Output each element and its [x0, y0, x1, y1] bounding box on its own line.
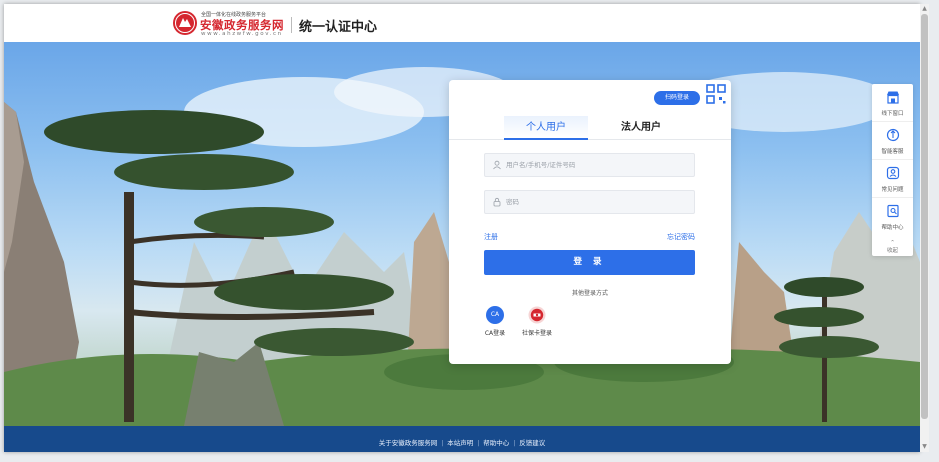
username-input[interactable]	[506, 154, 691, 176]
sidebar-item-label: 智能客服	[881, 149, 904, 155]
login-button[interactable]: 登 录	[484, 250, 695, 275]
sidebar-item-faq[interactable]: 常见问题	[872, 160, 913, 198]
ca-login-option[interactable]: CA CA登录	[482, 306, 508, 337]
lock-icon	[493, 197, 501, 207]
sidebar-item-label: 帮助中心	[881, 225, 904, 231]
password-input[interactable]	[506, 191, 691, 213]
sidebar-item-help-center[interactable]: 帮助中心	[872, 198, 913, 236]
sidebar-item-offline-window[interactable]: 线下窗口	[872, 84, 913, 122]
register-link[interactable]: 注册	[484, 232, 498, 242]
sidebar-item-label: 线下窗口	[881, 111, 904, 117]
tab-personal-user[interactable]: 个人用户	[504, 116, 588, 140]
sidebar-collapse-button[interactable]: ⌃ 收起	[872, 238, 913, 256]
social-security-card-icon[interactable]	[528, 306, 546, 324]
other-login-methods-label: 其他登录方式	[571, 290, 608, 297]
footer-link-about[interactable]: 关于安徽政务服务网	[375, 429, 442, 452]
vertical-scrollbar[interactable]: ▲ ▼	[920, 4, 929, 452]
browser-viewport: 全国一体化在线政务服务平台 安徽政务服务网 www.ahzwfw.gov.cn …	[4, 4, 920, 452]
scroll-down-arrow-icon[interactable]: ▼	[921, 443, 928, 451]
sidebar-collapse-label: 收起	[886, 248, 898, 254]
assistant-icon	[886, 128, 899, 142]
header-divider	[291, 17, 292, 33]
ca-login-label: CA登录	[484, 330, 506, 337]
emblem-logo-icon[interactable]	[172, 10, 198, 36]
site-header: 全国一体化在线政务服务平台 安徽政务服务网 www.ahzwfw.gov.cn …	[4, 4, 920, 42]
page-title: 统一认证中心	[299, 20, 378, 35]
tab-corporate-user[interactable]: 法人用户	[599, 116, 683, 140]
help-doc-icon	[886, 204, 899, 218]
site-footer: 关于安徽政务服务网 | 本站声明 | 帮助中心 | 反馈建议	[4, 426, 920, 452]
footer-link-statement[interactable]: 本站声明	[443, 429, 477, 452]
store-icon	[886, 91, 899, 104]
user-type-tabs: 个人用户 法人用户	[449, 116, 731, 140]
qr-code-icon[interactable]	[705, 83, 727, 105]
login-card: 扫码登录 个人用户 法人用户 注册 忘记密码	[449, 80, 731, 364]
footer-link-help-center[interactable]: 帮助中心	[479, 429, 513, 452]
social-security-card-login-option[interactable]: 社保卡登录	[517, 306, 557, 337]
scroll-up-arrow-icon[interactable]: ▲	[921, 5, 928, 13]
ca-badge-icon[interactable]: CA	[486, 306, 504, 324]
sidebar-item-label: 常见问题	[881, 187, 904, 193]
faq-icon	[886, 166, 899, 180]
qr-login-button[interactable]: 扫码登录	[654, 91, 700, 105]
floating-service-sidebar: 线下窗口 智能客服 常见问题 帮助中心 ⌃ 收起	[872, 84, 913, 256]
username-field[interactable]	[484, 153, 695, 177]
user-icon	[493, 160, 501, 170]
brand-url: www.ahzwfw.gov.cn	[201, 31, 283, 37]
scrollbar-thumb[interactable]	[921, 14, 928, 419]
footer-link-feedback[interactable]: 反馈建议	[515, 429, 549, 452]
chevron-up-icon: ⌃	[890, 240, 895, 246]
sidebar-item-smart-assistant[interactable]: 智能客服	[872, 122, 913, 160]
password-field[interactable]	[484, 190, 695, 214]
social-security-card-login-label: 社保卡登录	[521, 330, 552, 337]
forgot-password-link[interactable]: 忘记密码	[667, 232, 695, 242]
